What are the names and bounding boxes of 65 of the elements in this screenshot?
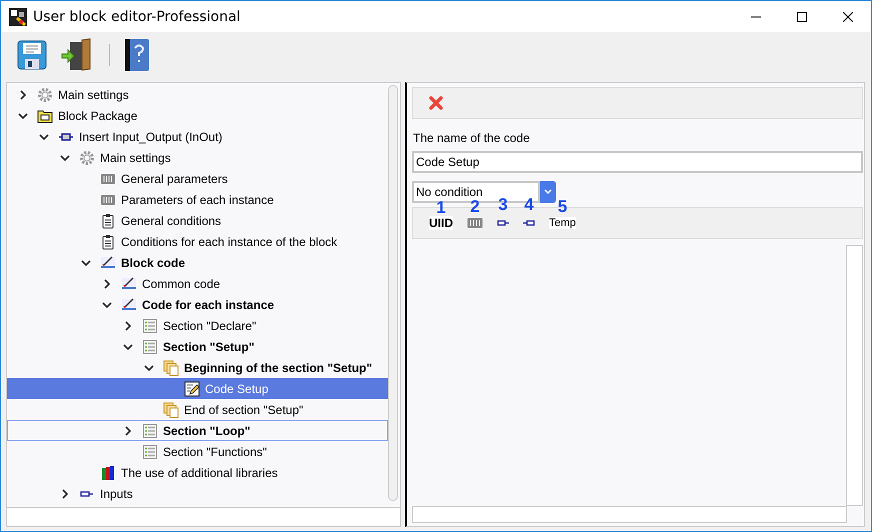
pages-icon xyxy=(163,402,179,418)
chevron-right-icon[interactable] xyxy=(123,320,133,330)
delete-icon[interactable] xyxy=(429,96,443,110)
list-icon xyxy=(142,318,158,334)
tree-item[interactable]: Beginning of the section "Setup" xyxy=(7,357,388,378)
pen-chart-icon xyxy=(100,254,116,270)
folder-icon xyxy=(37,108,53,124)
annotation-number: 5 xyxy=(558,197,568,217)
window-title: User block editor-Professional xyxy=(33,8,242,24)
tree-item[interactable]: Code for each instance xyxy=(7,294,388,315)
insert-button[interactable]: Temp xyxy=(549,217,576,229)
tree-item[interactable]: Common code xyxy=(7,273,388,294)
gear-icon xyxy=(79,150,95,166)
clipboard-icon xyxy=(100,234,116,250)
caret-icon xyxy=(544,189,552,195)
tree-item[interactable]: The use of additional libraries xyxy=(7,462,388,483)
app-icon xyxy=(9,8,27,26)
tree-item[interactable]: Insert Input_Output (InOut) xyxy=(7,126,388,147)
tree-item[interactable]: General conditions xyxy=(7,210,388,231)
pages-icon xyxy=(163,360,179,376)
chevron-right-icon[interactable] xyxy=(60,488,70,498)
tree-item[interactable]: Main settings xyxy=(7,147,388,168)
tree-item[interactable]: Parameters of each instance xyxy=(7,189,388,210)
pin-icon[interactable] xyxy=(497,219,509,227)
chevron-down-icon[interactable] xyxy=(81,258,91,268)
tree-item[interactable]: Section "Declare" xyxy=(7,315,388,336)
pen-chart-icon xyxy=(121,276,137,292)
tree-item[interactable]: Code Setup xyxy=(7,378,388,399)
chevron-down-icon[interactable] xyxy=(39,132,49,142)
gear-icon xyxy=(37,86,53,102)
chevron-right-icon[interactable] xyxy=(123,426,133,436)
pin-icon[interactable] xyxy=(523,219,535,227)
tree-item[interactable]: Section "Loop" xyxy=(7,420,388,441)
chevron-down-icon[interactable] xyxy=(123,342,133,352)
clipboard-icon xyxy=(100,212,116,228)
tree-item[interactable]: Section "Functions" xyxy=(7,441,388,462)
tree-item[interactable]: Main settings xyxy=(7,84,388,105)
help-book-icon[interactable] xyxy=(124,38,150,72)
chevron-down-icon[interactable] xyxy=(144,362,154,372)
edit-note-icon xyxy=(184,380,200,396)
field-label: The name of the code xyxy=(413,131,531,145)
tree-item[interactable]: Conditions for each instance of the block xyxy=(7,231,388,252)
chevron-right-icon[interactable] xyxy=(18,90,28,100)
tree-item[interactable]: Inputs xyxy=(7,483,388,504)
books-icon xyxy=(100,464,116,480)
tree-item[interactable]: Block Package xyxy=(7,105,388,126)
tree-item[interactable]: Block code xyxy=(7,252,388,273)
insert-button[interactable]: UIID xyxy=(429,216,453,230)
name-field[interactable]: Code Setup xyxy=(412,151,863,173)
list-icon xyxy=(142,338,158,354)
horizontal-scrollbar[interactable] xyxy=(412,506,847,523)
list-icon xyxy=(142,422,158,438)
scrollbar[interactable] xyxy=(388,85,398,501)
tree-item[interactable]: General parameters xyxy=(7,168,388,189)
horizontal-scrollbar[interactable] xyxy=(7,508,400,525)
pen-chart-icon xyxy=(121,296,137,312)
scrollbar[interactable] xyxy=(846,245,863,506)
sliders-icon[interactable] xyxy=(467,217,483,229)
chevron-down-icon[interactable] xyxy=(102,300,112,310)
chevron-right-icon[interactable] xyxy=(102,278,112,288)
tree-item[interactable]: Section "Setup" xyxy=(7,336,388,357)
chevron-down-icon[interactable] xyxy=(18,110,28,120)
list-icon xyxy=(142,444,158,460)
chevron-down-icon[interactable] xyxy=(60,152,70,162)
tree-item[interactable]: End of section "Setup" xyxy=(7,399,388,420)
